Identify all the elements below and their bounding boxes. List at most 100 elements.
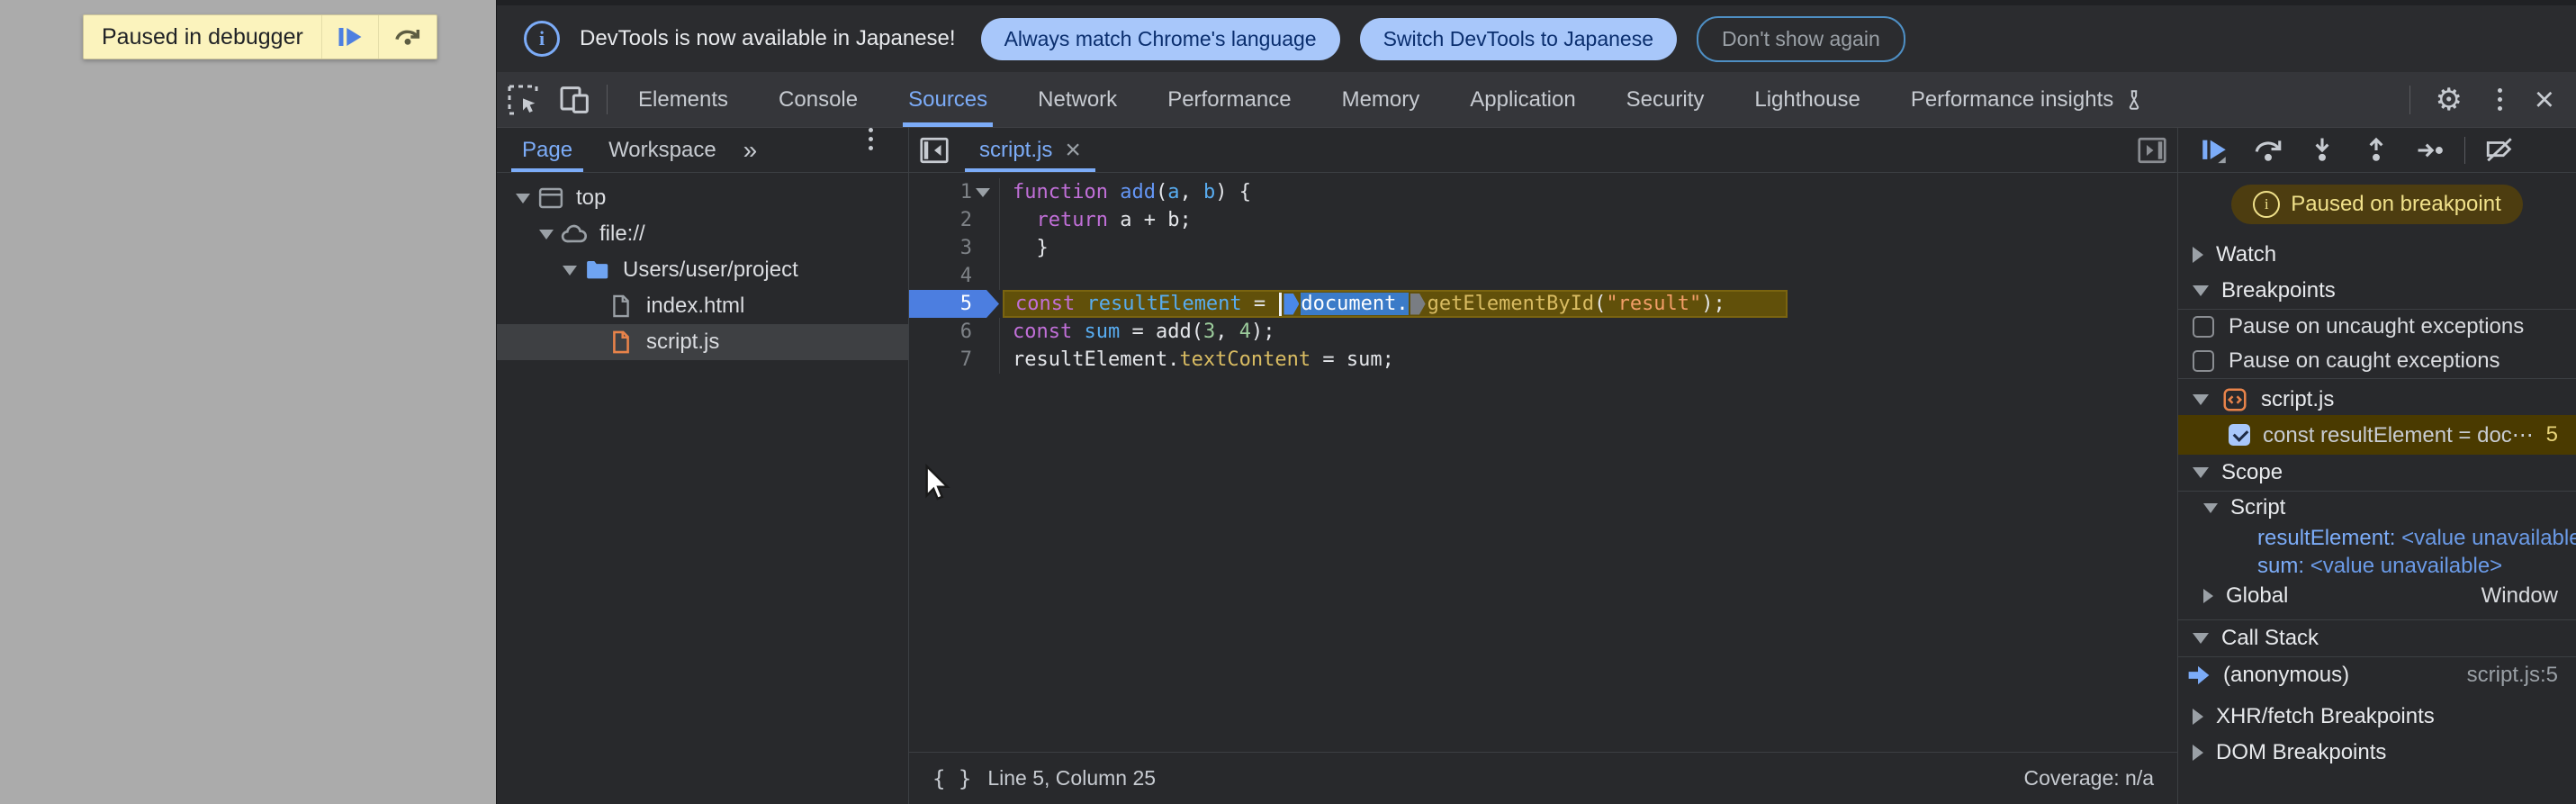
panel-tabs: Elements Console Sources Network Performance… xyxy=(613,72,2171,127)
line-number-text: 2 xyxy=(959,209,972,231)
line-number-text: 5 xyxy=(959,293,972,315)
tab-label: Security xyxy=(1626,86,1705,112)
tab-workspace[interactable]: Workspace xyxy=(590,128,734,172)
pause-uncaught-checkbox[interactable] xyxy=(2193,316,2214,338)
fold-arrow-icon[interactable] xyxy=(976,187,990,197)
code-line-5[interactable]: 5 const resultElement = document. getEleme… xyxy=(909,290,2177,318)
inline-breakpoint-marker-active[interactable] xyxy=(1283,293,1300,315)
tab-lighthouse[interactable]: Lighthouse xyxy=(1729,72,1885,127)
line-number-1[interactable]: 1 xyxy=(909,178,999,206)
chevron-right-icon xyxy=(2193,745,2203,761)
step-icon[interactable] xyxy=(2407,131,2454,170)
code-line-2[interactable]: 2 return a + b; xyxy=(909,206,2177,234)
inspect-element-icon[interactable] xyxy=(497,72,549,127)
section-watch[interactable]: Watch xyxy=(2178,237,2576,273)
banner-resume-button[interactable] xyxy=(320,15,378,59)
scope-script-group[interactable]: Script xyxy=(2178,492,2576,524)
line-number-4[interactable]: 4 xyxy=(909,262,999,290)
editor-tab-close-icon[interactable]: × xyxy=(1065,135,1081,166)
breakpoint-entry[interactable]: const resultElement = doc⋯ 5 xyxy=(2178,415,2576,455)
section-call-stack[interactable]: Call Stack xyxy=(2178,620,2576,656)
code-line-6[interactable]: 6 const sum = add(3, 4); xyxy=(909,318,2177,346)
callstack-frame-anonymous[interactable]: (anonymous) script.js:5 xyxy=(2178,657,2576,693)
tree-item-label: script.js xyxy=(646,330,720,354)
pause-caught-row[interactable]: Pause on caught exceptions xyxy=(2178,344,2576,378)
code-token: , xyxy=(1179,181,1203,203)
browser-page-background: Paused in debugger i DevTools is now ava… xyxy=(0,0,2576,804)
tab-memory[interactable]: Memory xyxy=(1317,72,1446,127)
chevron-down-icon[interactable] xyxy=(511,193,535,203)
line-number-text: 3 xyxy=(959,237,972,259)
devtools-close-icon[interactable]: × xyxy=(2529,83,2560,117)
expand-sidebar-icon[interactable] xyxy=(2127,128,2177,172)
banner-step-over-button[interactable] xyxy=(377,15,437,59)
code-token: ); xyxy=(1701,293,1725,315)
deactivate-breakpoints-icon[interactable] xyxy=(2476,131,2523,170)
code-line-4[interactable]: 4 xyxy=(909,262,2177,290)
chevron-right-icon xyxy=(2193,709,2203,725)
code-line-3[interactable]: 3 } xyxy=(909,234,2177,262)
code-line-1[interactable]: 1 function add(a, b) { xyxy=(909,178,2177,206)
scope-global-group[interactable]: Global Window xyxy=(2178,580,2576,612)
breakpoint-file-group[interactable]: script.js xyxy=(2178,379,2576,415)
resume-icon[interactable] xyxy=(2191,131,2238,170)
code-token: function xyxy=(1013,181,1108,203)
tab-label: Performance insights xyxy=(1910,86,2114,112)
line-number-7[interactable]: 7 xyxy=(909,346,999,374)
line-number-2[interactable]: 2 xyxy=(909,206,999,234)
chevron-down-icon xyxy=(2193,633,2209,644)
step-out-icon[interactable] xyxy=(2353,131,2400,170)
more-menu-icon[interactable] xyxy=(2481,88,2520,111)
tab-page[interactable]: Page xyxy=(504,128,590,172)
inline-breakpoint-marker[interactable] xyxy=(1410,293,1426,315)
line-number-3[interactable]: 3 xyxy=(909,234,999,262)
tree-item-index-html[interactable]: index.html xyxy=(497,288,908,324)
tab-security[interactable]: Security xyxy=(1601,72,1730,127)
editor-tab-scriptjs[interactable]: script.js × xyxy=(959,128,1101,172)
device-toolbar-icon[interactable] xyxy=(549,72,601,127)
tab-application[interactable]: Application xyxy=(1445,72,1600,127)
step-over-icon[interactable] xyxy=(2245,131,2292,170)
more-tabs-icon[interactable]: » xyxy=(734,128,769,172)
navigator-kebab-menu-icon[interactable] xyxy=(851,128,908,172)
line-number-5[interactable]: 5 xyxy=(909,290,999,318)
tree-item-file[interactable]: file:// xyxy=(497,216,908,252)
section-dom-breakpoints[interactable]: DOM Breakpoints xyxy=(2178,735,2576,771)
tab-sources[interactable]: Sources xyxy=(883,72,1013,127)
always-match-language-button[interactable]: Always match Chrome's language xyxy=(980,17,1340,60)
code-line-7[interactable]: 7 resultElement. textContent = sum; xyxy=(909,346,2177,374)
tab-label: Memory xyxy=(1341,86,1420,112)
tree-item-script-js[interactable]: script.js xyxy=(497,324,908,360)
collapse-sidebar-icon[interactable] xyxy=(909,128,959,172)
tree-item-users-user-project[interactable]: Users/user/project xyxy=(497,252,908,288)
code-line-text-1: function add(a, b) { xyxy=(999,178,1251,206)
line-number-6[interactable]: 6 xyxy=(909,318,999,346)
settings-gear-icon[interactable]: ⚙ xyxy=(2427,82,2472,118)
section-breakpoints[interactable]: Breakpoints xyxy=(2178,273,2576,309)
tab-elements[interactable]: Elements xyxy=(613,72,753,127)
tab-performance-insights[interactable]: Performance insights xyxy=(1886,72,2171,127)
tab-network[interactable]: Network xyxy=(1013,72,1142,127)
section-scope[interactable]: Scope xyxy=(2178,455,2576,491)
chevron-down-icon[interactable] xyxy=(535,229,558,239)
chevron-down-icon xyxy=(2193,467,2209,478)
breakpoint-checkbox[interactable] xyxy=(2229,424,2250,446)
tab-performance[interactable]: Performance xyxy=(1142,72,1316,127)
scope-var-resultelement[interactable]: resultElement: <value unavailable> xyxy=(2178,524,2576,552)
pretty-print-icon[interactable]: { } xyxy=(932,766,971,791)
info-icon: i xyxy=(524,21,560,57)
pause-uncaught-row[interactable]: Pause on uncaught exceptions xyxy=(2178,310,2576,344)
code-editor[interactable]: 1 function add(a, b) {2 return a + b; 3 } 4… xyxy=(909,173,2177,752)
section-xhr-breakpoints[interactable]: XHR/fetch Breakpoints xyxy=(2178,699,2576,735)
switch-devtools-japanese-button[interactable]: Switch DevTools to Japanese xyxy=(1359,17,1678,60)
chevron-down-icon[interactable] xyxy=(558,265,581,276)
scope-var-sum[interactable]: sum: <value unavailable> xyxy=(2178,552,2576,580)
dont-show-again-button[interactable]: Don't show again xyxy=(1697,15,1905,62)
tab-console[interactable]: Console xyxy=(753,72,883,127)
tree-item-top[interactable]: top xyxy=(497,180,908,216)
step-over-icon xyxy=(393,23,422,51)
pause-caught-checkbox[interactable] xyxy=(2193,350,2214,372)
code-token: 4 xyxy=(1238,321,1251,343)
step-into-icon[interactable] xyxy=(2299,131,2346,170)
